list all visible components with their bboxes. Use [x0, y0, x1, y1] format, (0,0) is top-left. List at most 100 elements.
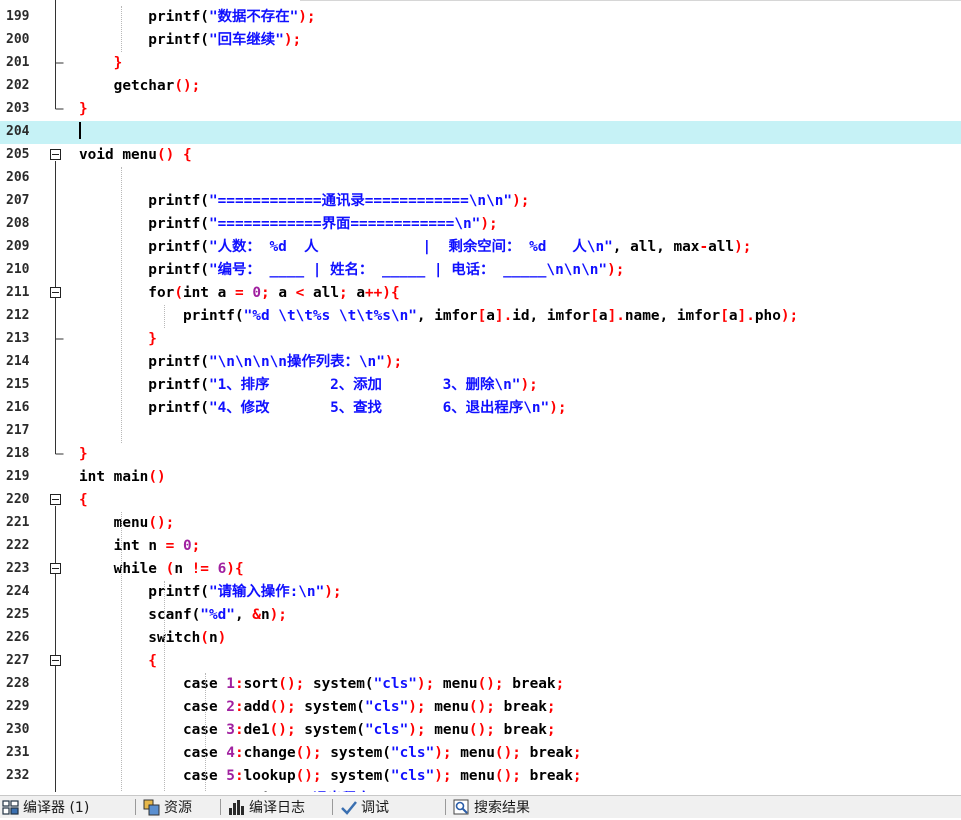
code-text[interactable]: printf("============通讯录============\n\n"… [79, 191, 529, 211]
code-text[interactable]: int main() [79, 467, 166, 487]
tab-resources[interactable]: 资源 [143, 797, 192, 817]
code-editor[interactable]: 199 printf("数据不存在"); 200 printf("回车继续"); 2… [0, 0, 961, 792]
text-caret [79, 122, 81, 139]
code-line[interactable]: 214 printf("\n\n\n\n操作列表：\n"); [0, 351, 961, 374]
code-line[interactable]: 204 [0, 121, 961, 144]
code-line[interactable]: 217 [0, 420, 961, 443]
code-text[interactable]: scanf("%d", &n); [79, 605, 287, 625]
code-text[interactable]: printf("1、排序 2、添加 3、删除\n"); [79, 375, 537, 395]
line-number: 204 [6, 124, 30, 139]
tab-compile-log-label: 编译日志 [249, 800, 305, 816]
code-line[interactable]: 219 int main() [0, 466, 961, 489]
code-line[interactable]: 222 int n = 0; [0, 535, 961, 558]
code-text[interactable]: } [79, 99, 88, 119]
fold-toggle-button[interactable] [50, 494, 61, 505]
code-line[interactable]: 201 } [0, 52, 961, 75]
tab-compiler[interactable]: 编译器 (1) [2, 797, 89, 817]
code-line[interactable]: 233 case 6:printf("退出程序\n");break; [0, 788, 961, 792]
code-line[interactable]: 199 printf("数据不存在"); [0, 6, 961, 29]
line-number: 232 [6, 768, 30, 783]
code-text[interactable]: printf("回车继续"); [79, 30, 301, 50]
line-number: 200 [6, 32, 30, 47]
code-line[interactable]: 225 scanf("%d", &n); [0, 604, 961, 627]
line-number: 219 [6, 469, 30, 484]
line-number: 211 [6, 285, 30, 300]
code-text[interactable]: switch(n) [79, 628, 226, 648]
code-text[interactable]: } [79, 53, 123, 73]
code-text[interactable]: } [79, 444, 88, 464]
code-line[interactable]: 223 while (n != 6){ [0, 558, 961, 581]
code-line[interactable]: 229 case 2:add(); system("cls"); menu();… [0, 696, 961, 719]
code-line[interactable]: 208 printf("============界面============\n… [0, 213, 961, 236]
code-text[interactable]: printf("请输入操作:\n"); [79, 582, 341, 602]
code-line[interactable]: 218} [0, 443, 961, 466]
code-line[interactable]: 203} [0, 98, 961, 121]
code-text[interactable]: printf("4、修改 5、查找 6、退出程序\n"); [79, 398, 566, 418]
code-text[interactable]: case 6:printf("退出程序\n");break; [79, 789, 466, 792]
line-number: 203 [6, 101, 30, 116]
code-line[interactable]: 213 } [0, 328, 961, 351]
fold-toggle-button[interactable] [50, 655, 61, 666]
checkmark-icon [340, 799, 357, 816]
code-text[interactable]: printf("数据不存在"); [79, 7, 315, 27]
line-number: 231 [6, 745, 30, 760]
code-text[interactable]: menu(); [79, 513, 175, 533]
code-text[interactable]: printf("%d \t\t%s \t\t%s\n", imfor[a].id… [79, 306, 798, 326]
code-line[interactable]: 227 { [0, 650, 961, 673]
line-number: 220 [6, 492, 30, 507]
code-line[interactable]: 230 case 3:de1(); system("cls"); menu();… [0, 719, 961, 742]
code-line[interactable]: 228 case 1:sort(); system("cls"); menu()… [0, 673, 961, 696]
code-line[interactable]: 232 case 5:lookup(); system("cls"); menu… [0, 765, 961, 788]
code-line[interactable]: 207 printf("============通讯录============\… [0, 190, 961, 213]
code-text[interactable]: printf("\n\n\n\n操作列表：\n"); [79, 352, 402, 372]
code-text[interactable]: for(int a = 0; a < all; a++){ [79, 283, 399, 303]
code-line[interactable]: 215 printf("1、排序 2、添加 3、删除\n"); [0, 374, 961, 397]
line-number: 230 [6, 722, 30, 737]
line-number: 217 [6, 423, 30, 438]
code-text[interactable]: } [79, 329, 157, 349]
line-number: 210 [6, 262, 30, 277]
code-line[interactable]: 221 menu(); [0, 512, 961, 535]
code-text[interactable]: case 5:lookup(); system("cls"); menu(); … [79, 766, 582, 786]
code-text[interactable]: int n = 0; [79, 536, 201, 556]
code-text[interactable]: case 3:de1(); system("cls"); menu(); bre… [79, 720, 556, 740]
line-number: 201 [6, 55, 30, 70]
code-line[interactable]: 205 void menu() { [0, 144, 961, 167]
code-text[interactable]: case 2:add(); system("cls"); menu(); bre… [79, 697, 556, 717]
fold-toggle-button[interactable] [50, 563, 61, 574]
code-line[interactable]: 211 for(int a = 0; a < all; a++){ [0, 282, 961, 305]
code-line[interactable]: 209 printf("人数： %d 人 | 剩余空间： %d 人\n", al… [0, 236, 961, 259]
code-text[interactable]: case 4:change(); system("cls"); menu(); … [79, 743, 582, 763]
code-text[interactable]: printf("人数： %d 人 | 剩余空间： %d 人\n", all, m… [79, 237, 751, 257]
code-text[interactable]: printf("============界面============\n"); [79, 214, 497, 234]
tab-compile-log[interactable]: 编译日志 [228, 797, 305, 817]
tab-debug[interactable]: 调试 [340, 797, 389, 817]
code-line[interactable]: 210 printf("编号： ____ | 姓名： _____ | 电话： _… [0, 259, 961, 282]
code-text[interactable]: while (n != 6){ [79, 559, 244, 579]
code-line[interactable]: 220 { [0, 489, 961, 512]
code-line[interactable]: 226 switch(n) [0, 627, 961, 650]
line-number: 209 [6, 239, 30, 254]
code-line[interactable]: 200 printf("回车继续"); [0, 29, 961, 52]
compiler-grid-icon [2, 799, 19, 816]
code-line[interactable]: 224 printf("请输入操作:\n"); [0, 581, 961, 604]
fold-toggle-button[interactable] [50, 287, 61, 298]
code-text[interactable] [79, 122, 81, 142]
line-number: 208 [6, 216, 30, 231]
line-number: 226 [6, 630, 30, 645]
resources-icon [143, 799, 160, 816]
code-line[interactable]: 231 case 4:change(); system("cls"); menu… [0, 742, 961, 765]
tab-separator [220, 799, 221, 815]
code-text[interactable]: case 1:sort(); system("cls"); menu(); br… [79, 674, 564, 694]
tab-search-results[interactable]: 搜索结果 [453, 797, 530, 817]
code-text[interactable]: getchar(); [79, 76, 201, 96]
code-text[interactable]: { [79, 490, 88, 510]
code-text[interactable]: printf("编号： ____ | 姓名： _____ | 电话： _____… [79, 260, 624, 280]
code-line[interactable]: 202 getchar(); [0, 75, 961, 98]
code-text[interactable]: void menu() { [79, 145, 192, 165]
code-text[interactable]: { [79, 651, 157, 671]
code-line[interactable]: 212 printf("%d \t\t%s \t\t%s\n", imfor[a… [0, 305, 961, 328]
fold-toggle-button[interactable] [50, 149, 61, 160]
code-line[interactable]: 216 printf("4、修改 5、查找 6、退出程序\n"); [0, 397, 961, 420]
code-line[interactable]: 206 [0, 167, 961, 190]
